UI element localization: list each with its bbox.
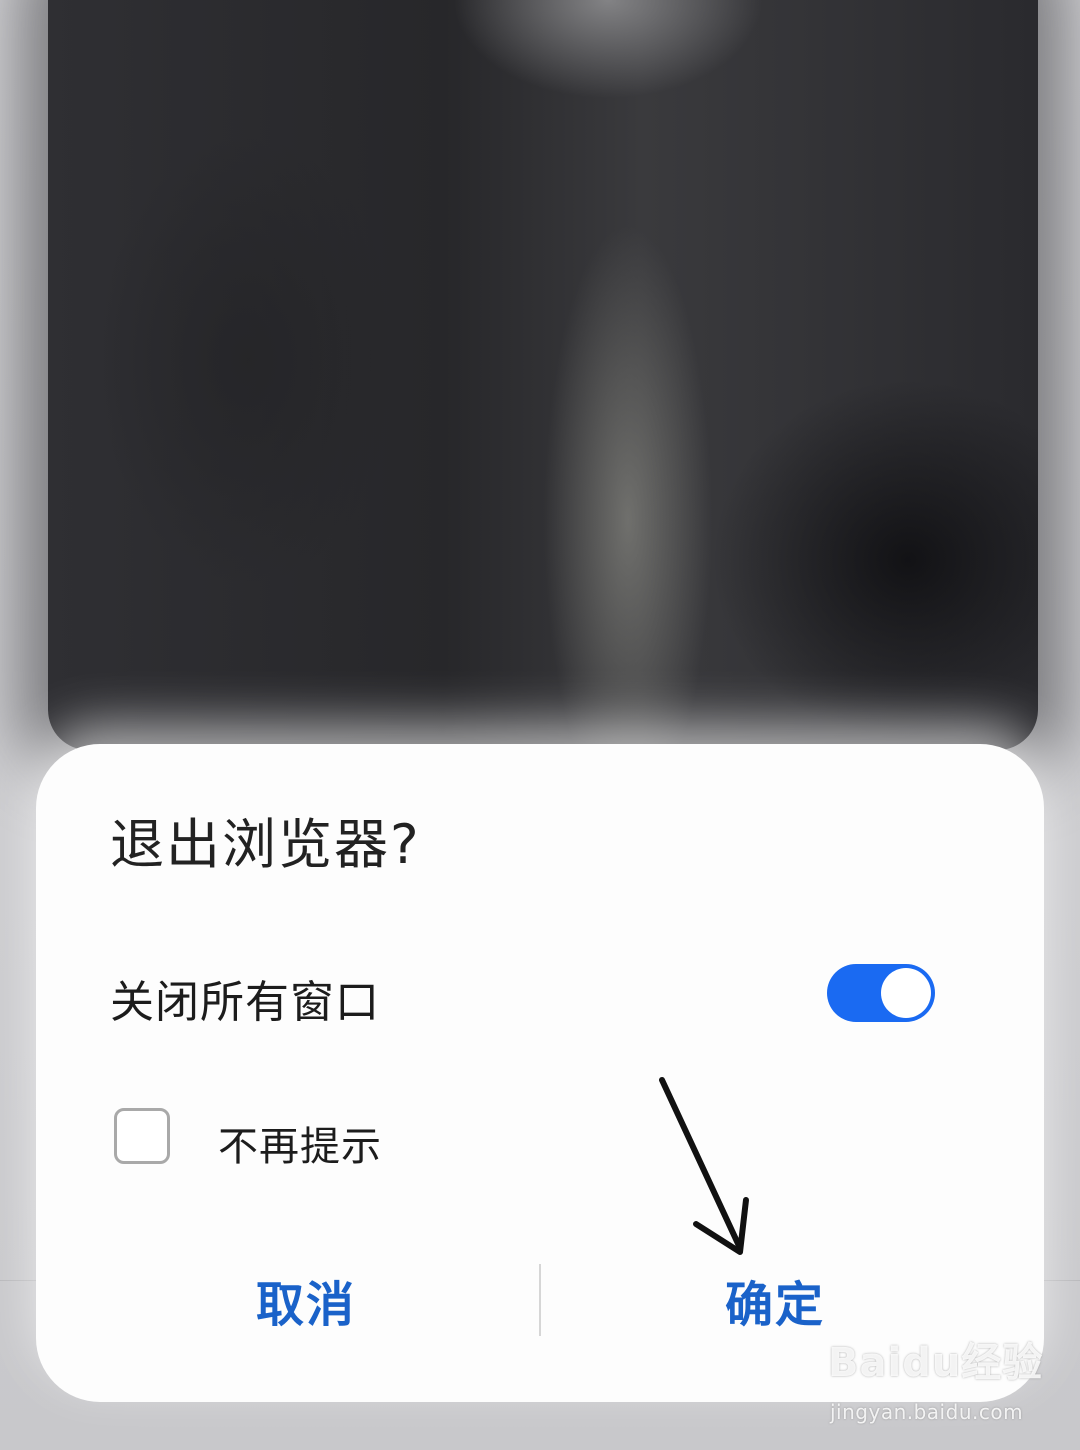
- cancel-button[interactable]: 取消: [36, 1262, 576, 1348]
- watermark-logo: Baidu经验: [828, 1340, 1044, 1386]
- close-all-windows-toggle[interactable]: [827, 964, 935, 1022]
- watermark-url: jingyan.baidu.com: [830, 1400, 1024, 1424]
- blurred-browser-preview: [48, 0, 1038, 750]
- dont-remind-label[interactable]: 不再提示: [218, 1114, 382, 1172]
- toggle-knob: [881, 968, 931, 1018]
- baidu-jingyan-watermark: Baidu经验 jingyan.baidu.com: [828, 1330, 1042, 1430]
- dont-remind-checkbox[interactable]: [114, 1108, 170, 1164]
- annotation-arrow-icon: [659, 1077, 749, 1255]
- dialog-title: 退出浏览器?: [110, 813, 421, 876]
- exit-browser-dialog: 退出浏览器? 关闭所有窗口 不再提示 取消 确定: [36, 744, 1044, 1402]
- close-all-windows-label: 关闭所有窗口: [110, 977, 380, 1028]
